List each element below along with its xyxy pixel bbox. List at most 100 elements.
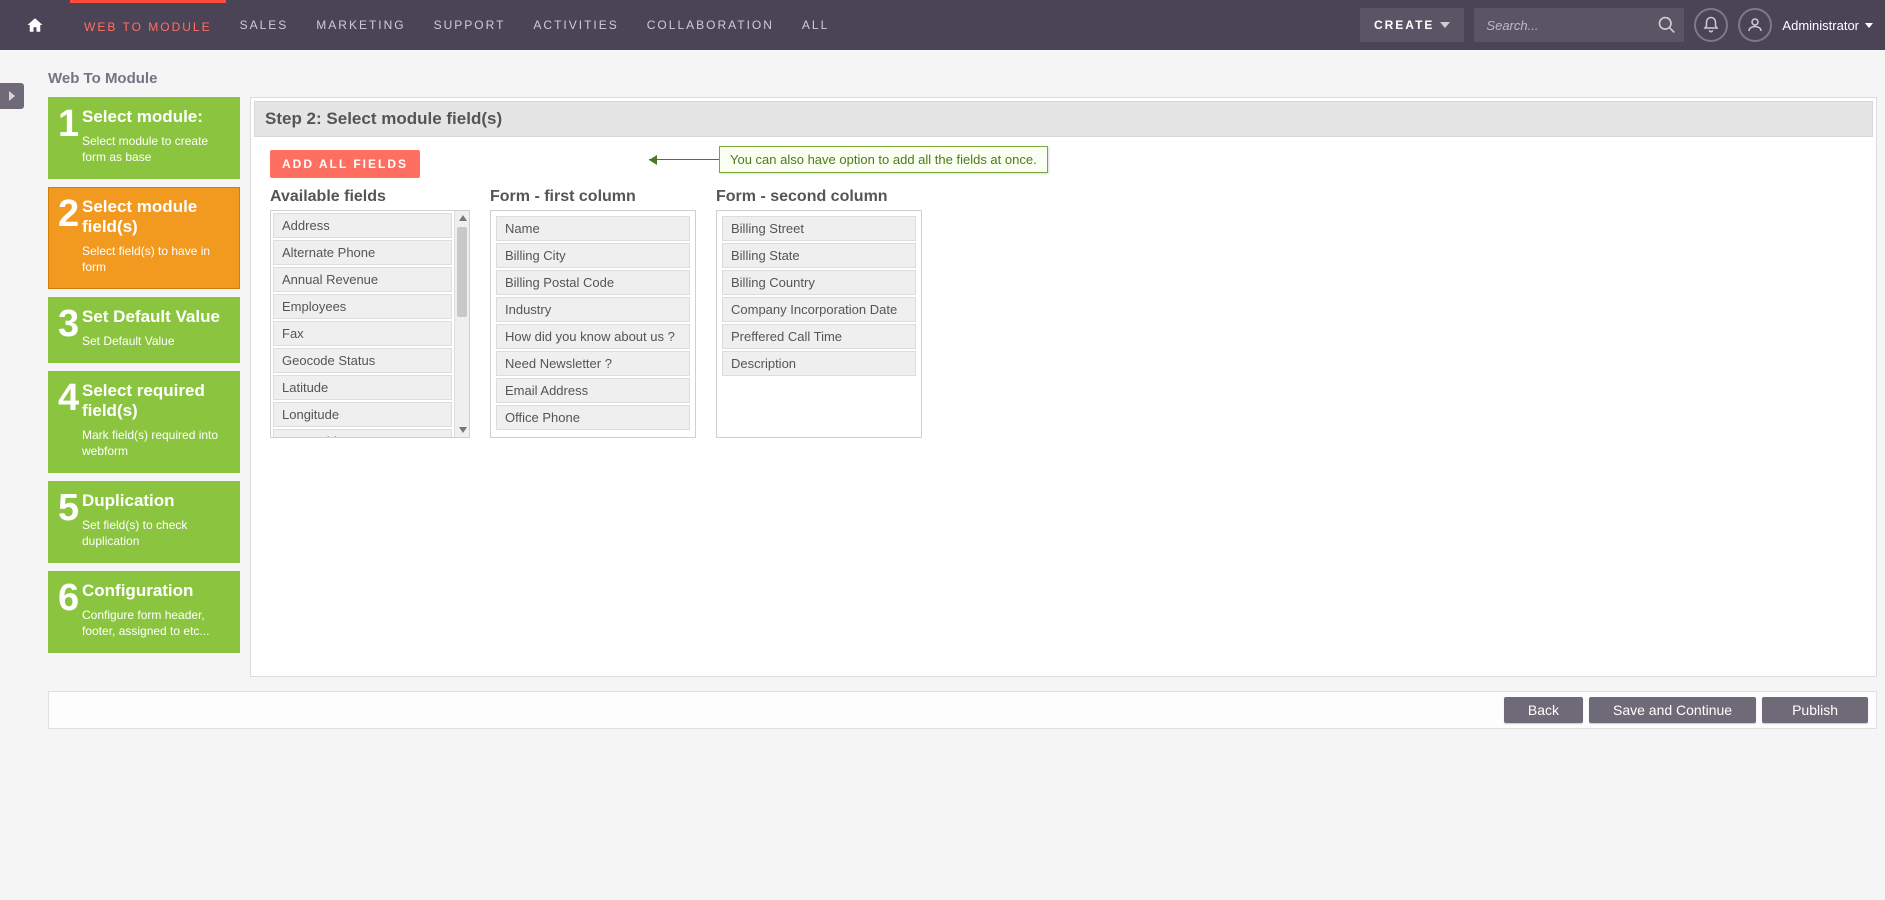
nav-marketing[interactable]: MARKETING xyxy=(302,0,419,50)
field-item[interactable]: Alternate Phone xyxy=(273,240,452,265)
nav-sales[interactable]: SALES xyxy=(226,0,303,50)
bell-icon xyxy=(1702,16,1720,34)
create-button-label: CREATE xyxy=(1374,18,1434,32)
nav-support[interactable]: SUPPORT xyxy=(420,0,520,50)
publish-button[interactable]: Publish xyxy=(1762,697,1868,723)
available-fields-list[interactable]: Address Alternate Phone Annual Revenue E… xyxy=(270,210,470,438)
field-item[interactable]: Billing Street xyxy=(722,216,916,241)
wizard-footer: Back Save and Continue Publish xyxy=(48,691,1877,729)
step-desc: Select module to create form as base xyxy=(82,133,230,165)
user-icon xyxy=(1746,16,1764,34)
add-all-fields-button[interactable]: ADD ALL FIELDS xyxy=(270,150,420,178)
field-item[interactable]: Billing Country xyxy=(722,270,916,295)
field-item[interactable]: Ownership xyxy=(273,429,452,437)
step-1[interactable]: 1 Select module: Select module to create… xyxy=(48,97,240,179)
global-search[interactable] xyxy=(1474,8,1684,42)
field-item[interactable]: Name xyxy=(496,216,690,241)
nav-collaboration[interactable]: COLLABORATION xyxy=(633,0,788,50)
nav-activities[interactable]: ACTIVITIES xyxy=(519,0,632,50)
column-title: Available fields xyxy=(270,188,470,206)
field-item[interactable]: Billing Postal Code xyxy=(496,270,690,295)
nav-all[interactable]: ALL xyxy=(788,0,843,50)
chevron-up-icon xyxy=(459,215,467,221)
step-title: Duplication xyxy=(82,491,230,511)
field-item[interactable]: Geocode Status xyxy=(273,348,452,373)
step-desc: Set Default Value xyxy=(82,333,230,349)
user-name-label: Administrator xyxy=(1782,18,1859,33)
notifications-button[interactable] xyxy=(1694,8,1728,42)
field-item[interactable]: Preffered Call Time xyxy=(722,324,916,349)
field-item[interactable]: Employees xyxy=(273,294,452,319)
step-number: 2 xyxy=(58,197,82,231)
step-desc: Mark field(s) required into webform xyxy=(82,427,230,459)
form-first-column-list[interactable]: Name Billing City Billing Postal Code In… xyxy=(490,210,696,438)
scroll-down-button[interactable] xyxy=(455,423,470,437)
step-number: 4 xyxy=(58,381,82,415)
step-2[interactable]: 2 Select module field(s) Select field(s)… xyxy=(48,187,240,289)
step-title: Configuration xyxy=(82,581,230,601)
step-title: Select required field(s) xyxy=(82,381,230,421)
field-item[interactable]: How did you know about us ? xyxy=(496,324,690,349)
scroll-up-button[interactable] xyxy=(455,211,470,225)
field-item[interactable]: Annual Revenue xyxy=(273,267,452,292)
field-columns: Available fields Address Alternate Phone… xyxy=(270,188,1857,438)
available-fields-column: Available fields Address Alternate Phone… xyxy=(270,188,470,438)
field-item[interactable]: Office Phone xyxy=(496,405,690,430)
step-title: Set Default Value xyxy=(82,307,230,327)
step-4[interactable]: 4 Select required field(s) Mark field(s)… xyxy=(48,371,240,473)
step-body: ADD ALL FIELDS You can also have option … xyxy=(254,140,1873,673)
chevron-down-icon xyxy=(459,427,467,433)
scrollbar[interactable] xyxy=(454,211,469,437)
field-item[interactable]: Longitude xyxy=(273,402,452,427)
step-number: 6 xyxy=(58,581,82,615)
step-5[interactable]: 5 Duplication Set field(s) to check dupl… xyxy=(48,481,240,563)
main-topbar: WEB TO MODULE SALES MARKETING SUPPORT AC… xyxy=(0,0,1885,50)
step-desc: Select field(s) to have in form xyxy=(82,243,230,275)
field-item[interactable]: Billing State xyxy=(722,243,916,268)
user-menu[interactable]: Administrator xyxy=(1782,18,1873,33)
callout-text: You can also have option to add all the … xyxy=(719,146,1048,173)
chevron-down-icon xyxy=(1865,23,1873,28)
step-title: Select module: xyxy=(82,107,230,127)
field-item[interactable]: Company Incorporation Date xyxy=(722,297,916,322)
field-item[interactable]: Address xyxy=(273,213,452,238)
scrollbar-thumb[interactable] xyxy=(457,227,467,317)
help-callout: You can also have option to add all the … xyxy=(649,146,1048,173)
column-title: Form - second column xyxy=(716,188,922,206)
step-header: Step 2: Select module field(s) xyxy=(254,101,1873,137)
field-item[interactable]: Description xyxy=(722,351,916,376)
step-3[interactable]: 3 Set Default Value Set Default Value xyxy=(48,297,240,363)
breadcrumb: Web To Module xyxy=(0,50,1885,97)
step-number: 5 xyxy=(58,491,82,525)
step-desc: Configure form header, footer, assigned … xyxy=(82,607,230,639)
field-item[interactable]: Industry xyxy=(496,297,690,322)
side-panel-toggle[interactable] xyxy=(0,83,24,109)
step-number: 1 xyxy=(58,107,82,141)
chevron-right-icon xyxy=(7,91,17,101)
home-icon xyxy=(26,16,44,34)
nav-web-to-module[interactable]: WEB TO MODULE xyxy=(70,0,226,50)
search-icon[interactable] xyxy=(1657,14,1677,36)
home-button[interactable] xyxy=(0,0,70,50)
step-number: 3 xyxy=(58,307,82,341)
step-6[interactable]: 6 Configuration Configure form header, f… xyxy=(48,571,240,653)
form-second-column: Form - second column Billing Street Bill… xyxy=(716,188,922,438)
main-layout: 1 Select module: Select module to create… xyxy=(0,97,1885,685)
step-title: Select module field(s) xyxy=(82,197,230,237)
primary-nav: WEB TO MODULE SALES MARKETING SUPPORT AC… xyxy=(70,0,1360,50)
user-avatar-button[interactable] xyxy=(1738,8,1772,42)
save-continue-button[interactable]: Save and Continue xyxy=(1589,697,1756,723)
wizard-steps: 1 Select module: Select module to create… xyxy=(48,97,240,653)
field-item[interactable]: Latitude xyxy=(273,375,452,400)
topbar-right-group: CREATE Administrator xyxy=(1360,0,1885,50)
field-item[interactable]: Email Address xyxy=(496,378,690,403)
field-item[interactable]: Billing City xyxy=(496,243,690,268)
column-title: Form - first column xyxy=(490,188,696,206)
back-button[interactable]: Back xyxy=(1504,697,1583,723)
content-pane: Step 2: Select module field(s) ADD ALL F… xyxy=(250,97,1877,677)
search-input[interactable] xyxy=(1486,18,1656,33)
form-second-column-list[interactable]: Billing Street Billing State Billing Cou… xyxy=(716,210,922,438)
field-item[interactable]: Need Newsletter ? xyxy=(496,351,690,376)
create-button[interactable]: CREATE xyxy=(1360,8,1464,42)
field-item[interactable]: Fax xyxy=(273,321,452,346)
